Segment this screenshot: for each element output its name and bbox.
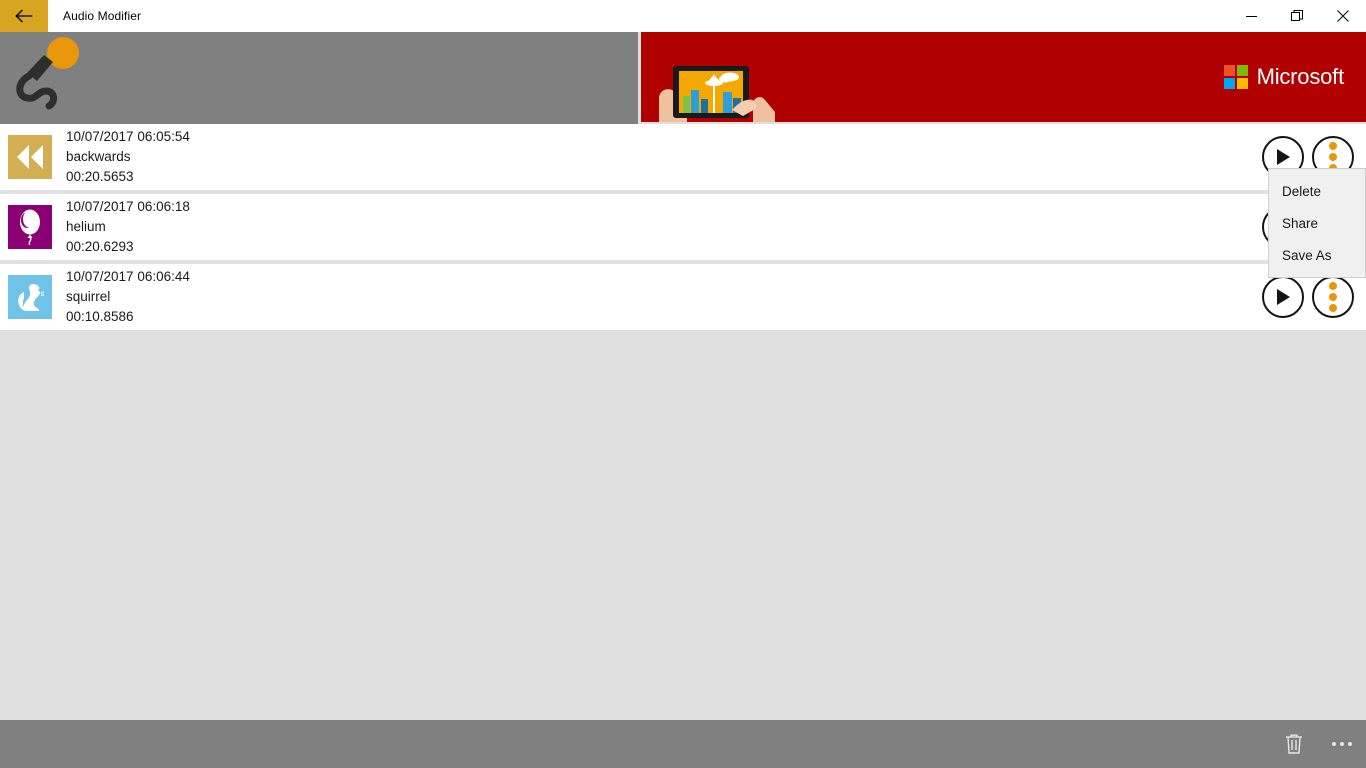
context-menu-item-share[interactable]: Share <box>1269 207 1365 239</box>
recording-details: 10/07/2017 06:06:44 squirrel 00:10.8586 <box>66 267 190 327</box>
recording-name: squirrel <box>66 289 111 304</box>
see-more-button[interactable] <box>1318 720 1366 768</box>
window-controls <box>1228 0 1366 32</box>
advertisement-banner[interactable]: Microsoft <box>641 32 1366 122</box>
table-row[interactable]: 10/07/2017 06:06:44 squirrel 00:10.8586 <box>0 264 1366 330</box>
back-arrow-icon <box>15 9 33 23</box>
horizontal-dots-icon <box>1332 742 1352 746</box>
recording-name: helium <box>66 219 106 234</box>
play-icon <box>1277 149 1290 165</box>
recording-name: backwards <box>66 149 131 164</box>
microsoft-logo: Microsoft <box>1223 64 1345 90</box>
app-title: Audio Modifier <box>63 9 142 23</box>
recording-duration: 00:10.8586 <box>66 309 134 324</box>
ms-square-red <box>1223 65 1235 76</box>
table-row[interactable]: 10/07/2017 06:06:18 helium 00:20.6293 <box>0 194 1366 260</box>
back-button[interactable] <box>0 0 48 32</box>
more-options-button[interactable] <box>1312 276 1354 318</box>
balloon-icon <box>20 209 40 245</box>
play-icon <box>1277 289 1290 305</box>
ms-square-blue <box>1223 78 1235 89</box>
recording-details: 10/07/2017 06:05:54 backwards 00:20.5653 <box>66 127 190 187</box>
squirrel-icon <box>18 284 45 311</box>
restore-button[interactable] <box>1274 0 1320 32</box>
recording-list: 10/07/2017 06:05:54 backwards 00:20.5653 <box>0 124 1366 334</box>
context-menu: Delete Share Save As <box>1268 168 1366 278</box>
app-logo-panel <box>0 32 638 124</box>
title-bar: Audio Modifier <box>0 0 1366 32</box>
recording-timestamp: 10/07/2017 06:06:44 <box>66 269 190 284</box>
recording-details: 10/07/2017 06:06:18 helium 00:20.6293 <box>66 197 190 257</box>
recording-thumbnail <box>8 275 52 319</box>
recording-timestamp: 10/07/2017 06:05:54 <box>66 129 190 144</box>
recording-thumbnail <box>8 135 52 179</box>
microsoft-wordmark: Microsoft <box>1256 64 1345 89</box>
recording-duration: 00:20.6293 <box>66 239 134 254</box>
recording-duration: 00:20.5653 <box>66 169 134 184</box>
recording-timestamp: 10/07/2017 06:06:18 <box>66 199 190 214</box>
ms-square-green <box>1236 65 1248 76</box>
trash-icon <box>1286 734 1302 754</box>
restore-icon <box>1291 10 1303 21</box>
microphone-icon <box>16 37 79 110</box>
microsoft-logo-squares <box>1223 65 1248 89</box>
tablet-ad-illustration <box>659 66 775 122</box>
minimize-icon <box>1245 15 1257 17</box>
context-menu-item-save-as[interactable]: Save As <box>1269 239 1365 271</box>
row-actions <box>1262 276 1354 318</box>
bottom-app-bar <box>0 720 1366 768</box>
delete-button[interactable] <box>1270 720 1318 768</box>
rewind-icon <box>17 145 43 169</box>
recording-thumbnail <box>8 205 52 249</box>
minimize-button[interactable] <box>1228 0 1274 32</box>
vertical-dots-icon <box>1329 282 1337 312</box>
context-menu-item-delete[interactable]: Delete <box>1269 175 1365 207</box>
close-button[interactable] <box>1320 0 1366 32</box>
ms-square-yellow <box>1236 78 1248 89</box>
table-row[interactable]: 10/07/2017 06:05:54 backwards 00:20.5653 <box>0 124 1366 190</box>
play-button[interactable] <box>1262 276 1304 318</box>
header-strip: Microsoft <box>0 32 1366 124</box>
close-icon <box>1337 10 1349 22</box>
